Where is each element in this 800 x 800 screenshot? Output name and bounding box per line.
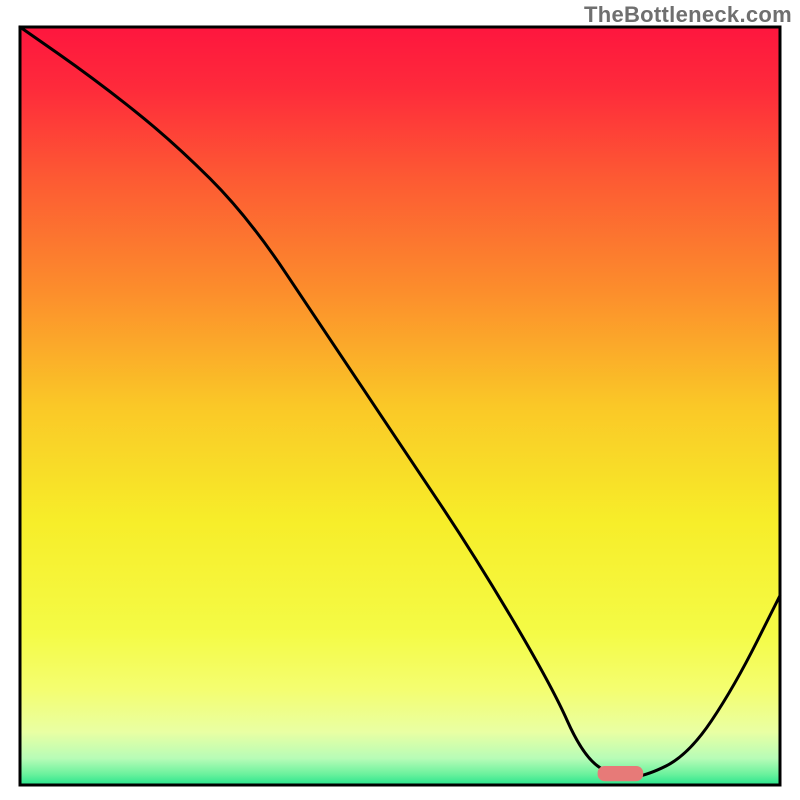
optimal-marker — [598, 766, 644, 781]
bottleneck-chart — [0, 0, 800, 800]
chart-stage: TheBottleneck.com — [0, 0, 800, 800]
plot-area — [20, 27, 780, 785]
